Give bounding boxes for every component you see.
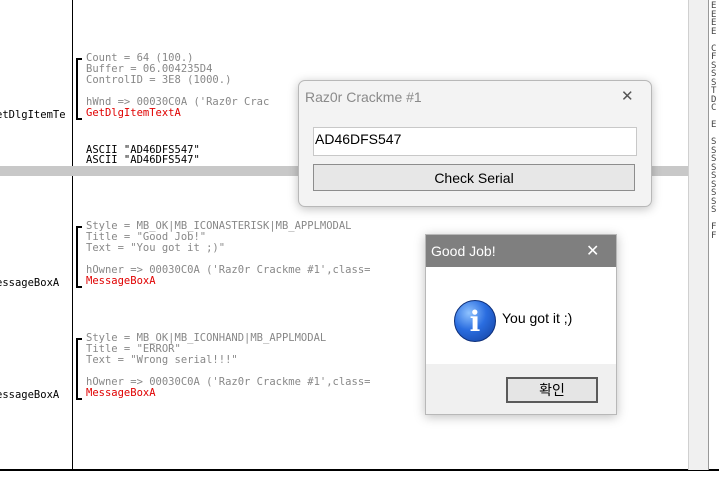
serial-input[interactable]: AD46DFS547 — [313, 127, 637, 156]
call-block: Style = MB_OK|MB_ICONASTERISK|MB_APPLMOD… — [86, 221, 370, 287]
left-label[interactable]: etDlgItemTe — [0, 110, 66, 121]
msgbox-titlebar: Good Job! ✕ — [426, 235, 616, 267]
api-call-name[interactable]: GetDlgItemTextA — [86, 108, 269, 119]
call-bracket — [76, 226, 82, 288]
call-block: Style = MB_OK|MB_ICONHAND|MB_APPLMODAL Ti… — [86, 333, 370, 399]
info-icon: i — [454, 300, 496, 342]
call-argument[interactable]: Text = "You got it ;)" — [86, 243, 370, 254]
vertical-scrollbar[interactable] — [688, 0, 709, 470]
message-box: Good Job! ✕ i You got it ;) 확인 — [425, 234, 617, 415]
check-serial-button[interactable]: Check Serial — [313, 164, 635, 191]
left-label[interactable]: essageBoxA — [0, 390, 59, 401]
api-call-name[interactable]: MessageBoxA — [86, 388, 370, 399]
serial-input-value: AD46DFS547 — [315, 131, 402, 147]
close-icon[interactable]: ✕ — [621, 87, 634, 105]
call-bracket — [76, 338, 82, 400]
right-panel-border — [708, 0, 709, 470]
call-argument[interactable]: Text = "Wrong serial!!!" — [86, 355, 370, 366]
call-argument[interactable]: ControlID = 3E8 (1000.) — [86, 75, 269, 86]
crackme-window: Raz0r Crackme #1 ✕ AD46DFS547 Check Seri… — [298, 80, 652, 207]
close-icon[interactable]: ✕ — [586, 241, 599, 261]
msgbox-title: Good Job! — [431, 243, 496, 259]
msgbox-body: i You got it ;) — [426, 267, 616, 364]
call-bracket — [76, 58, 82, 120]
ascii-line[interactable]: ASCII "AD46DFS547" — [86, 155, 200, 166]
left-label[interactable]: essageBoxA — [0, 278, 59, 289]
call-block: Count = 64 (100.) Buffer = 06.004235D4 Con… — [86, 53, 269, 119]
info-icon-glyph: i — [469, 305, 481, 338]
window-title: Raz0r Crackme #1 — [305, 89, 422, 105]
ok-button[interactable]: 확인 — [506, 377, 598, 403]
bottom-border — [0, 469, 719, 471]
column-divider — [72, 0, 73, 470]
api-call-name[interactable]: MessageBoxA — [86, 276, 370, 287]
right-panel-letters: EEEE CFSSSTDC E SSSSSSSSS FF — [711, 2, 716, 240]
msgbox-text: You got it ;) — [502, 310, 573, 326]
right-panel-letter: F — [711, 230, 717, 241]
